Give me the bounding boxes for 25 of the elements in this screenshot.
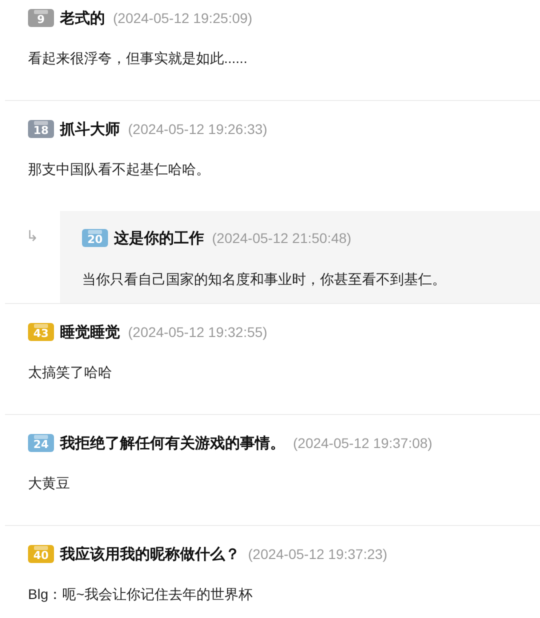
username: 这是你的工作 xyxy=(114,228,204,248)
comment-text: 那支中国队看不起基仁哈哈。 xyxy=(28,160,211,179)
level-badge: 18 xyxy=(28,120,54,138)
username: 我应该用我的昵称做什么？ xyxy=(60,544,240,564)
reply-arrow-icon: ↳ xyxy=(26,228,39,245)
username: 我拒绝了解任何有关游戏的事情。 xyxy=(60,434,285,452)
timestamp: (2024-05-12 21:50:48) xyxy=(212,230,352,246)
timestamp: (2024-05-12 19:37:23) xyxy=(248,546,388,562)
comment-text: Blg：呃~我会让你记住去年的世界杯 xyxy=(28,585,254,604)
timestamp: (2024-05-12 19:32:55) xyxy=(128,324,268,340)
level-badge: 43 xyxy=(28,323,54,341)
comment-text: 大黄豆 xyxy=(28,474,71,493)
level-badge: 24 xyxy=(28,434,54,452)
comment-text: 太搞笑了哈哈 xyxy=(28,363,113,382)
username: 睡觉睡觉 xyxy=(60,322,120,342)
timestamp: (2024-05-12 19:37:08) xyxy=(293,435,432,451)
level-badge: 9 xyxy=(28,9,54,27)
username: 老式的 xyxy=(60,8,105,28)
level-badge: 40 xyxy=(28,545,54,563)
reply-text: 当你只看自己国家的知名度和事业时，你甚至看不到基仁。 xyxy=(82,270,447,289)
level-badge: 20 xyxy=(82,229,108,247)
username: 抓斗大师 xyxy=(60,120,120,138)
comment-text: 看起来很浮夸，但事实就是如此...... xyxy=(28,49,248,68)
timestamp: (2024-05-12 19:26:33) xyxy=(128,121,268,137)
timestamp: (2024-05-12 19:25:09) xyxy=(113,10,252,26)
